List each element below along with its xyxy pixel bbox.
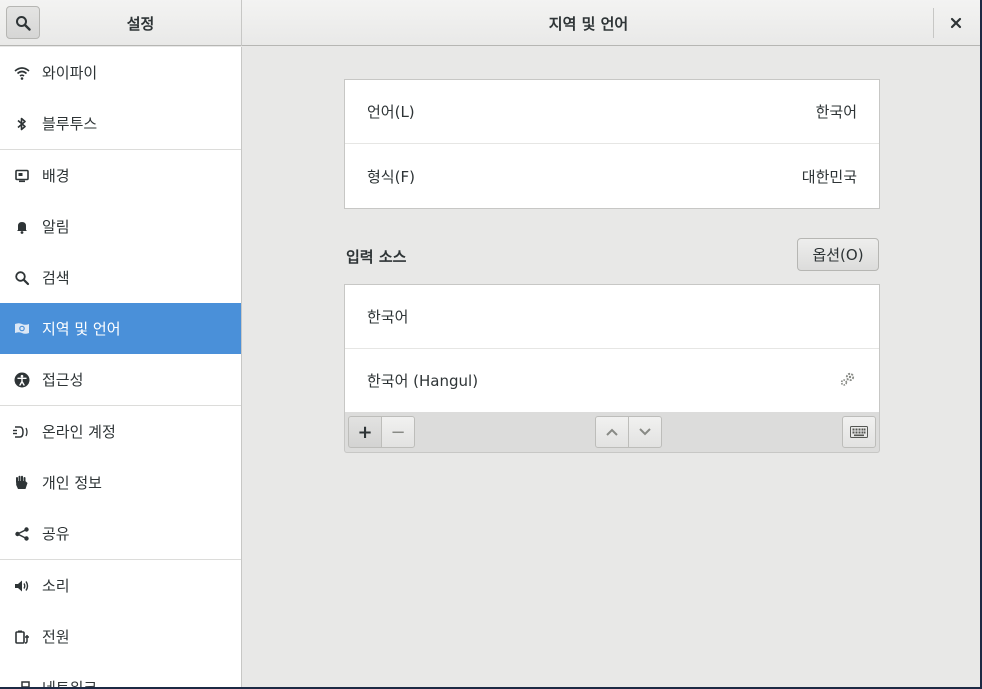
sidebar-item-label: 개인 정보 (42, 474, 102, 492)
remove-input-source-button[interactable]: − (381, 416, 415, 448)
input-source-label: 한국어 (Hangul) (367, 372, 479, 390)
formats-row[interactable]: 형식(F) 대한민국 (345, 144, 879, 208)
search-icon (13, 269, 31, 287)
sidebar-item-wifi[interactable]: 와이파이 (0, 47, 241, 98)
sidebar-item-label: 공유 (42, 525, 70, 543)
move-up-button[interactable] (595, 416, 629, 448)
language-value: 한국어 (815, 103, 857, 121)
background-icon (13, 167, 31, 185)
formats-value: 대한민국 (801, 167, 857, 186)
input-source-label: 한국어 (367, 308, 409, 326)
chevron-up-icon (606, 428, 618, 436)
sidebar-item-region-language[interactable]: 지역 및 언어 (0, 303, 241, 354)
sidebar-item-sound[interactable]: 소리 (0, 560, 241, 611)
sidebar-item-privacy[interactable]: 개인 정보 (0, 457, 241, 508)
sidebar-item-sharing[interactable]: 공유 (0, 508, 241, 559)
search-icon (16, 15, 31, 31)
sidebar-item-network[interactable]: 네트워크 (0, 662, 241, 687)
header-separator (933, 8, 934, 38)
close-icon (950, 17, 962, 29)
input-sources-toolbar: + − (344, 412, 880, 453)
sidebar-item-label: 검색 (42, 269, 70, 287)
region-language-panel: 언어(L) 한국어 형식(F) 대한민국 입력 소스 옵션(O) 한국어 한국어… (243, 47, 980, 687)
sidebar-item-label: 배경 (42, 167, 70, 185)
speaker-icon (13, 577, 31, 595)
language-label: 언어(L) (367, 103, 415, 121)
sidebar-item-label: 네트워크 (42, 677, 97, 687)
sidebar-item-label: 온라인 계정 (42, 423, 116, 441)
sidebar-item-label: 소리 (42, 577, 70, 595)
bell-icon (13, 218, 31, 236)
hand-icon (13, 474, 31, 492)
options-button[interactable]: 옵션(O) (797, 238, 879, 271)
input-sources-list: 한국어 한국어 (Hangul) (344, 284, 880, 413)
sidebar-item-notifications[interactable]: 알림 (0, 201, 241, 252)
share-icon (13, 525, 31, 543)
settings-window: 설정 지역 및 언어 와이파이 블루투스 배경 알림 검색 지역 및 언어 접근… (0, 0, 980, 687)
sidebar-title: 설정 (126, 14, 155, 33)
accessibility-icon (13, 371, 31, 389)
sidebar-item-bluetooth[interactable]: 블루투스 (0, 98, 241, 149)
close-button[interactable] (942, 10, 970, 36)
page-title: 지역 및 언어 (548, 14, 629, 33)
sidebar-item-label: 알림 (42, 218, 70, 236)
show-keyboard-layout-button[interactable] (842, 416, 876, 448)
wifi-icon (13, 64, 31, 82)
chevron-down-icon (639, 428, 651, 436)
sidebar-item-label: 전원 (42, 628, 70, 646)
sidebar-item-label: 접근성 (42, 371, 84, 389)
search-button[interactable] (6, 6, 40, 39)
flag-icon (13, 320, 31, 338)
language-formats-box: 언어(L) 한국어 형식(F) 대한민국 (344, 79, 880, 209)
sidebar-item-label: 블루투스 (42, 115, 98, 133)
language-row[interactable]: 언어(L) 한국어 (345, 80, 879, 144)
keyboard-icon (850, 426, 868, 438)
sidebar: 와이파이 블루투스 배경 알림 검색 지역 및 언어 접근성 온라인 계정 개인… (0, 47, 242, 687)
sidebar-header: 설정 (0, 0, 242, 46)
input-source-row[interactable]: 한국어 (345, 285, 879, 349)
formats-label: 형식(F) (367, 167, 415, 186)
sidebar-item-accessibility[interactable]: 접근성 (0, 354, 241, 405)
sidebar-item-label: 와이파이 (42, 64, 98, 82)
network-icon (13, 679, 31, 687)
move-down-button[interactable] (628, 416, 662, 448)
add-input-source-button[interactable]: + (348, 416, 382, 448)
sidebar-item-power[interactable]: 전원 (0, 611, 241, 662)
sidebar-item-label: 지역 및 언어 (42, 320, 121, 338)
online-accounts-icon (13, 423, 31, 441)
sidebar-item-search[interactable]: 검색 (0, 252, 241, 303)
bluetooth-icon (13, 115, 31, 133)
sidebar-item-background[interactable]: 배경 (0, 150, 241, 201)
header-bar: 설정 지역 및 언어 (0, 0, 980, 46)
sidebar-item-online-accounts[interactable]: 온라인 계정 (0, 406, 241, 457)
gears-icon[interactable] (839, 371, 857, 391)
power-icon (13, 628, 31, 646)
input-sources-title: 입력 소스 (346, 248, 407, 266)
input-source-row[interactable]: 한국어 (Hangul) (345, 349, 879, 413)
